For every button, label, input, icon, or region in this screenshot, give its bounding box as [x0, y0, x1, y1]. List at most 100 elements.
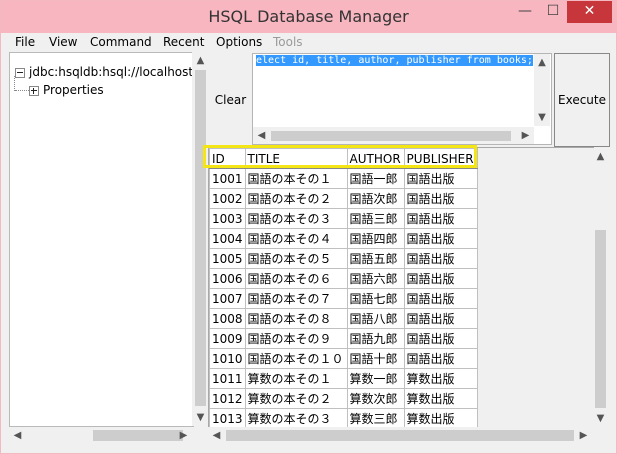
scroll-thumb[interactable]: [93, 430, 183, 441]
cell-title[interactable]: 国語の本その４: [244, 228, 348, 249]
cell-title[interactable]: 算数の本その３: [244, 408, 348, 428]
scroll-thumb[interactable]: [226, 430, 574, 441]
cell-id[interactable]: 1013: [209, 408, 246, 428]
scroll-right-icon[interactable]: ▶: [517, 127, 534, 144]
column-header-author[interactable]: AUTHOR: [346, 148, 405, 169]
cell-id[interactable]: 1005: [209, 248, 246, 269]
cell-id[interactable]: 1011: [209, 368, 246, 389]
expand-icon[interactable]: [29, 85, 39, 96]
scroll-up-icon[interactable]: ▲: [534, 54, 550, 71]
cell-publisher[interactable]: 国語出版: [403, 308, 478, 329]
cell-title[interactable]: 国語の本その１０: [244, 348, 348, 369]
cell-title[interactable]: 国語の本その９: [244, 328, 348, 349]
cell-author[interactable]: 国語一郎: [346, 168, 405, 189]
table-row[interactable]: 1011 算数の本その１ 算数一郎 算数出版: [209, 368, 478, 389]
cell-title[interactable]: 算数の本その１: [244, 368, 348, 389]
cell-id[interactable]: 1001: [209, 168, 246, 189]
sql-horizontal-scrollbar[interactable]: ◀ ▶: [253, 127, 534, 144]
cell-id[interactable]: 1004: [209, 228, 246, 249]
menu-command[interactable]: Command: [90, 35, 152, 49]
menu-options[interactable]: Options: [216, 35, 262, 49]
table-row[interactable]: 1008 国語の本その８ 国語八郎 国語出版: [209, 308, 478, 329]
cell-title[interactable]: 国語の本その３: [244, 208, 348, 229]
cell-id[interactable]: 1012: [209, 388, 246, 409]
scroll-up-icon[interactable]: ▲: [192, 52, 209, 69]
scroll-down-icon[interactable]: ▼: [192, 409, 209, 426]
cell-title[interactable]: 国語の本その２: [244, 188, 348, 209]
cell-title[interactable]: 国語の本その１: [244, 168, 348, 189]
cell-title[interactable]: 国語の本その５: [244, 248, 348, 269]
sql-input[interactable]: elect id, title, author, publisher from …: [252, 53, 552, 145]
result-horizontal-scrollbar[interactable]: ◀ ▶: [208, 427, 592, 444]
cell-author[interactable]: 算数一郎: [346, 368, 405, 389]
cell-author[interactable]: 国語五郎: [346, 248, 405, 269]
cell-author[interactable]: 国語七郎: [346, 288, 405, 309]
cell-publisher[interactable]: 国語出版: [403, 248, 478, 269]
table-row[interactable]: 1005 国語の本その５ 国語五郎 国語出版: [209, 248, 478, 269]
cell-author[interactable]: 国語三郎: [346, 208, 405, 229]
cell-author[interactable]: 国語四郎: [346, 228, 405, 249]
tree-node-properties[interactable]: Properties: [29, 83, 104, 97]
result-grid[interactable]: ID TITLE AUTHOR PUBLISHER 1001 国語の本その１ 国語一…: [208, 147, 594, 429]
table-row[interactable]: 1010 国語の本その１０ 国語十郎 国語出版: [209, 348, 478, 369]
cell-author[interactable]: 国語六郎: [346, 268, 405, 289]
cell-publisher[interactable]: 算数出版: [403, 368, 478, 389]
table-row[interactable]: 1001 国語の本その１ 国語一郎 国語出版: [209, 168, 478, 189]
table-row[interactable]: 1002 国語の本その２ 国語次郎 国語出版: [209, 188, 478, 209]
table-row[interactable]: 1007 国語の本その７ 国語七郎 国語出版: [209, 288, 478, 309]
tree-horizontal-scrollbar[interactable]: ◀ ▶: [9, 427, 192, 444]
sql-vertical-scrollbar[interactable]: ▲ ▼: [534, 54, 550, 126]
connection-tree[interactable]: jdbc:hsqldb:hsql://localhost/ Properties: [9, 52, 197, 427]
table-row[interactable]: 1006 国語の本その６ 国語六郎 国語出版: [209, 268, 478, 289]
cell-author[interactable]: 国語十郎: [346, 348, 405, 369]
cell-publisher[interactable]: 国語出版: [403, 188, 478, 209]
scroll-thumb[interactable]: [195, 70, 206, 406]
minimize-button[interactable]: —: [511, 1, 539, 23]
cell-publisher[interactable]: 国語出版: [403, 348, 478, 369]
cell-author[interactable]: 国語九郎: [346, 328, 405, 349]
scroll-thumb[interactable]: [595, 230, 606, 408]
cell-author[interactable]: 国語次郎: [346, 188, 405, 209]
scroll-right-icon[interactable]: ▶: [575, 427, 592, 444]
cell-publisher[interactable]: 国語出版: [403, 288, 478, 309]
cell-id[interactable]: 1008: [209, 308, 246, 329]
tree-node-root[interactable]: jdbc:hsqldb:hsql://localhost/: [15, 65, 197, 79]
scroll-left-icon[interactable]: ◀: [253, 127, 270, 144]
execute-button[interactable]: Execute: [554, 53, 610, 147]
maximize-button[interactable]: ☐: [539, 1, 567, 23]
scroll-right-icon[interactable]: ▶: [175, 427, 192, 444]
cell-publisher[interactable]: 国語出版: [403, 168, 478, 189]
table-row[interactable]: 1004 国語の本その４ 国語四郎 国語出版: [209, 228, 478, 249]
column-header-publisher[interactable]: PUBLISHER: [403, 148, 478, 169]
result-vertical-scrollbar[interactable]: ▲ ▼: [592, 148, 609, 427]
close-button[interactable]: ✕: [567, 1, 612, 23]
cell-title[interactable]: 国語の本その６: [244, 268, 348, 289]
scroll-down-icon[interactable]: ▼: [534, 109, 550, 126]
cell-publisher[interactable]: 算数出版: [403, 388, 478, 409]
cell-author[interactable]: 算数次郎: [346, 388, 405, 409]
cell-publisher[interactable]: 国語出版: [403, 228, 478, 249]
scroll-up-icon[interactable]: ▲: [592, 148, 609, 165]
menu-view[interactable]: View: [49, 35, 77, 49]
menu-recent[interactable]: Recent: [163, 35, 204, 49]
cell-publisher[interactable]: 国語出版: [403, 268, 478, 289]
cell-title[interactable]: 算数の本その２: [244, 388, 348, 409]
cell-publisher[interactable]: 算数出版: [403, 408, 478, 428]
tree-vertical-scrollbar[interactable]: ▲ ▼: [192, 52, 209, 426]
table-row[interactable]: 1003 国語の本その３ 国語三郎 国語出版: [209, 208, 478, 229]
scroll-thumb[interactable]: [271, 131, 511, 141]
cell-id[interactable]: 1006: [209, 268, 246, 289]
scroll-left-icon[interactable]: ◀: [9, 427, 26, 444]
cell-publisher[interactable]: 国語出版: [403, 328, 478, 349]
column-header-title[interactable]: TITLE: [244, 148, 348, 169]
table-row[interactable]: 1009 国語の本その９ 国語九郎 国語出版: [209, 328, 478, 349]
cell-id[interactable]: 1007: [209, 288, 246, 309]
cell-author[interactable]: 算数三郎: [346, 408, 405, 428]
column-header-id[interactable]: ID: [209, 148, 246, 169]
table-row[interactable]: 1013 算数の本その３ 算数三郎 算数出版: [209, 408, 478, 428]
clear-button[interactable]: Clear: [210, 53, 251, 147]
cell-title[interactable]: 国語の本その７: [244, 288, 348, 309]
cell-author[interactable]: 国語八郎: [346, 308, 405, 329]
cell-id[interactable]: 1010: [209, 348, 246, 369]
cell-id[interactable]: 1002: [209, 188, 246, 209]
